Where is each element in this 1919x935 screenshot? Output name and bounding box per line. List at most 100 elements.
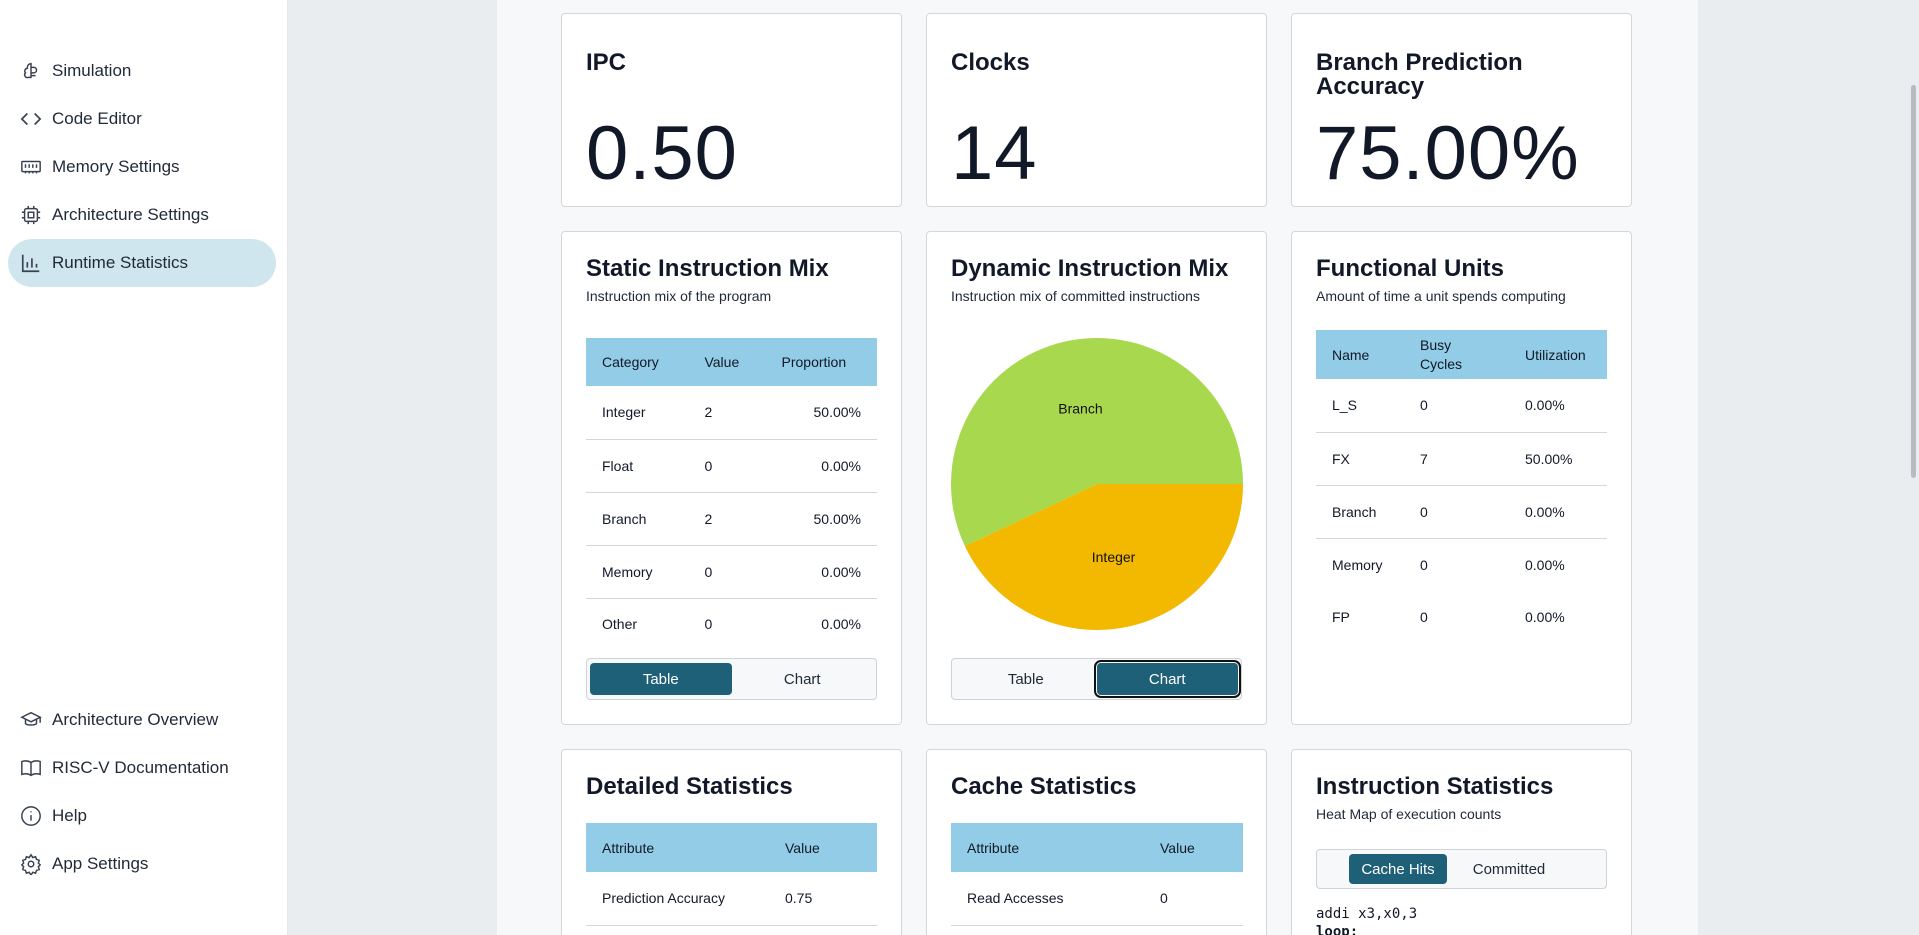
table-cell: 2 [688,492,766,546]
chart-bar-icon [21,254,40,273]
dynamic-mix-card: Dynamic Instruction Mix Instruction mix … [926,231,1267,725]
column-header: Value [785,839,820,856]
table-cell: 50.00% [765,492,877,546]
table-row: Float 0 0.00% [586,439,877,493]
sidebar-item-app-settings[interactable]: App Settings [8,840,276,888]
code-heatmap: addi x3,x0,3 loop: [1316,905,1417,935]
column-header: Utilization [1525,346,1586,363]
table-cell: Memory [586,545,689,599]
card-subtitle: Instruction mix of the program [586,288,772,304]
table-cell: Other [602,616,638,633]
table-row: Memory 0 0.00% [586,545,877,599]
ipc-card: IPC 0.50 [561,13,902,207]
card-title: Branch Prediction [1316,49,1523,76]
sidebar-item-architecture-settings[interactable]: Architecture Settings [8,191,276,239]
column-header: Busy Cycles [1420,336,1463,372]
sidebar-item-label: Runtime Statistics [52,253,189,272]
sidebar-item-label: Memory Settings [52,157,180,176]
table-cell: 2 [688,386,766,440]
column-header: Name [1332,346,1370,363]
clocks-value: 14 [951,111,1038,196]
memory-icon [21,160,41,174]
sidebar-item-label: Simulation [52,61,132,80]
table-cell: 0 [688,439,766,493]
functional-units-card: Functional Units Amount of time a unit s… [1291,231,1632,725]
card-title: Detailed Statistics [586,773,793,800]
sidebar-item-label: App Settings [52,854,149,873]
table-view-button[interactable]: Table [955,663,1097,695]
cpu-icon [21,205,41,225]
card-title: Static Instruction Mix [586,255,829,282]
table-cell: 0.00% [765,545,877,599]
table-cell: Integer [586,386,689,440]
table-cell: 7 [1404,432,1509,486]
table-cell: FX [1316,432,1404,486]
cache-hits-button[interactable]: Cache Hits [1349,854,1447,884]
table-cell: 0.00% [1509,379,1607,433]
column-header: Category [602,354,659,370]
dynamic-mix-view-toggle: Table Chart [951,658,1242,700]
table-view-button[interactable]: Table [590,663,732,695]
sidebar: Simulation Code Editor Memory Settings A… [0,0,288,935]
column-header: Value [704,354,740,370]
brain-icon [23,62,38,79]
card-title: Cache Statistics [951,773,1137,800]
card-title: IPC [586,49,627,76]
card-title: Instruction Statistics [1316,773,1554,800]
table-row: L_S 0 0.00% [1316,379,1607,433]
card-subtitle: Amount of time a unit spends computing [1316,288,1566,304]
sidebar-item-runtime-statistics[interactable]: Runtime Statistics [8,239,276,287]
table-cell: 0.00% [1525,609,1565,625]
table-cell: Prediction Accuracy [586,872,769,926]
table-row: Other 0 0.00% [586,598,877,650]
table-row: FX 7 50.00% [1316,432,1607,486]
table-cell: 0.75 [769,872,877,926]
sidebar-item-riscv-documentation[interactable]: RISC-V Documentation [8,744,276,792]
static-mix-card: Static Instruction Mix Instruction mix o… [561,231,902,725]
table-cell: 50.00% [765,386,877,440]
card-subtitle: Instruction mix of committed instruction… [951,288,1200,304]
table-cell: Memory [1332,556,1383,573]
table-cell: 0 [1144,872,1243,926]
sidebar-item-simulation[interactable]: Simulation [8,47,276,95]
sidebar-item-code-editor[interactable]: Code Editor [8,95,276,143]
code-line: loop: [1316,924,1359,935]
instruction-stats-toggle: Cache Hits Committed [1316,849,1607,889]
table-cell: FP [1332,609,1350,625]
code-icon [20,112,42,126]
sidebar-item-label: Architecture Overview [52,710,219,729]
gear-icon [20,853,42,875]
scrollbar-thumb[interactable] [1911,85,1916,478]
column-header: Attribute [602,839,655,856]
sidebar-item-label: Code Editor [52,109,142,128]
table-row: Prediction Accuracy 0.75 [586,872,877,926]
detailed-statistics-card: Detailed Statistics Attribute Value Pred… [561,749,902,935]
graduation-cap-icon [20,711,42,726]
column-header: Proportion [781,354,847,370]
column-header: Attribute [967,839,1020,856]
committed-button[interactable]: Committed [1447,854,1571,884]
table-cell: 0.00% [821,616,861,633]
card-title: Dynamic Instruction Mix [951,255,1229,282]
table-cell: 0 [1420,609,1428,625]
table-cell: 0 [688,545,766,599]
card-title: Functional Units [1316,255,1504,282]
sidebar-item-architecture-overview[interactable]: Architecture Overview [8,696,276,744]
table-cell: 0.00% [1509,485,1607,539]
static-mix-table: Category Value Proportion Integer 2 50.0… [586,338,877,650]
table-cell: 0.00% [765,439,877,493]
chart-view-button[interactable]: Chart [1093,660,1241,698]
sidebar-item-label: Help [52,806,87,825]
dynamic-mix-pie-chart: Branch Integer [951,338,1243,630]
table-cell: Read Accesses [951,872,1144,926]
ipc-value: 0.50 [586,111,738,196]
detailed-statistics-table: Attribute Value Prediction Accuracy 0.75 [586,823,877,926]
table-cell: 0 [1420,556,1428,573]
sidebar-item-help[interactable]: Help [8,792,276,840]
info-icon [21,806,41,826]
chart-view-button[interactable]: Chart [732,663,874,695]
sidebar-item-memory-settings[interactable]: Memory Settings [8,143,276,191]
branch-prediction-card: Branch Prediction Accuracy 75.00% [1291,13,1632,207]
table-cell: 50.00% [1509,432,1607,486]
cache-statistics-card: Cache Statistics Attribute Value Read Ac… [926,749,1267,935]
